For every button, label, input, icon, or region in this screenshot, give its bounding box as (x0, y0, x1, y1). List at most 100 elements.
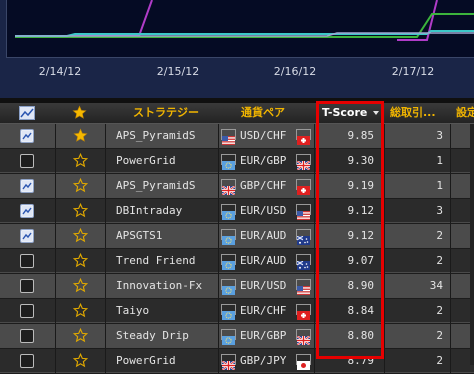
column-header-settings[interactable]: 設定 (456, 103, 474, 123)
strategy-name[interactable]: PowerGrid (116, 149, 176, 173)
flag-uk-icon (296, 154, 311, 171)
chart-toggle-checkbox[interactable] (20, 329, 34, 343)
currency-pair: GBP/CHF (240, 179, 287, 192)
table-row[interactable]: PowerGrid GBP/JPY 8.79 2 (0, 349, 474, 373)
flag-uk-icon (221, 179, 236, 196)
star-outline-icon[interactable] (72, 227, 89, 247)
chart-toggle-checkbox[interactable] (20, 154, 34, 168)
strategy-name[interactable]: APSGTS1 (116, 224, 162, 248)
chart-toggle-checkbox[interactable] (20, 229, 34, 243)
chart-toggle-checkbox[interactable] (20, 254, 34, 268)
trade-count: 1 (436, 179, 443, 192)
tscore-value: 9.30 (347, 154, 375, 167)
tscore-value: 9.12 (347, 204, 375, 217)
trade-count: 2 (436, 229, 443, 242)
trade-count: 1 (436, 154, 443, 167)
chart-toggle-checkbox[interactable] (20, 204, 34, 218)
chart-toggle-checkbox[interactable] (20, 179, 34, 193)
star-filled-icon[interactable] (73, 128, 88, 147)
star-outline-icon[interactable] (72, 177, 89, 197)
trade-count: 2 (436, 354, 443, 367)
table-row[interactable]: Steady Drip EUR/GBP 8.80 2 (0, 324, 474, 348)
column-header-strategy[interactable]: ストラテジー (133, 103, 199, 123)
flag-uk-icon (296, 329, 311, 346)
table-row[interactable]: DBIntraday EUR/USD 9.12 3 (0, 199, 474, 223)
currency-pair: EUR/USD (240, 279, 287, 292)
flag-ch-icon (296, 304, 311, 320)
chart-toggle-checkbox[interactable] (20, 304, 34, 318)
vertical-scrollbar[interactable] (470, 124, 474, 365)
currency-pair: EUR/USD (240, 204, 287, 217)
flag-eu-icon (221, 229, 236, 245)
trade-count: 34 (429, 279, 443, 292)
flag-us-icon (296, 279, 311, 295)
currency-pair: GBP/JPY (240, 354, 287, 367)
flag-us-icon (221, 129, 236, 145)
star-outline-icon[interactable] (72, 327, 89, 347)
x-axis-label: 2/15/12 (156, 65, 200, 78)
strategy-name[interactable]: Innovation-Fx (116, 274, 202, 298)
table-row[interactable]: APS_PyramidS USD/CHF 9.85 3 (0, 124, 474, 148)
star-outline-icon[interactable] (72, 352, 89, 372)
currency-pair: USD/CHF (240, 129, 287, 142)
flag-au-icon (296, 229, 311, 245)
sort-desc-icon (373, 111, 380, 115)
chart-plot-area (6, 0, 474, 58)
flag-ch-icon (296, 129, 311, 145)
chart-toggle-checkbox[interactable] (20, 354, 34, 368)
flag-eu-icon (221, 254, 236, 270)
strategy-name[interactable]: APS_PyramidS (116, 174, 195, 198)
table-row[interactable]: PowerGrid EUR/GBP 9.30 1 (0, 149, 474, 173)
strategy-name[interactable]: Trend Friend (116, 249, 195, 273)
performance-chart: 2/14/12 2/15/12 2/16/12 2/17/12 (0, 0, 474, 98)
trade-count: 2 (436, 254, 443, 267)
table-row[interactable]: APSGTS1 EUR/AUD 9.12 2 (0, 224, 474, 248)
chart-toggle-checkbox[interactable] (20, 129, 34, 143)
star-outline-icon[interactable] (72, 302, 89, 322)
x-axis-label: 2/17/12 (391, 65, 435, 78)
tscore-value: 8.79 (347, 354, 375, 367)
tscore-value: 9.07 (347, 254, 375, 267)
column-header-currency-pair[interactable]: 通貨ペア (241, 103, 285, 123)
flag-eu-icon (221, 204, 236, 220)
flag-jp-icon (296, 354, 311, 370)
table-row[interactable]: Trend Friend EUR/AUD 9.07 2 (0, 249, 474, 273)
flag-eu-icon (221, 304, 236, 320)
chart-column-icon[interactable] (19, 106, 35, 126)
flag-uk-icon (221, 354, 236, 371)
trade-count: 3 (436, 129, 443, 142)
tscore-value: 9.85 (347, 129, 375, 142)
strategy-name[interactable]: Steady Drip (116, 324, 189, 348)
trade-count: 2 (436, 329, 443, 342)
currency-pair: EUR/GBP (240, 154, 287, 167)
strategy-name[interactable]: Taiyo (116, 299, 149, 323)
column-header-trades[interactable]: 総取引... (390, 103, 436, 123)
favorite-column-star-icon[interactable] (72, 105, 87, 125)
star-outline-icon[interactable] (72, 252, 89, 272)
flag-ch-icon (296, 179, 311, 195)
trade-count: 2 (436, 304, 443, 317)
star-outline-icon[interactable] (72, 202, 89, 222)
series-line-purple (15, 0, 153, 37)
flag-eu-icon (221, 154, 236, 170)
tscore-value: 8.80 (347, 329, 375, 342)
flag-us-icon (296, 204, 311, 220)
strategy-name[interactable]: APS_PyramidS (116, 124, 195, 148)
x-axis-label: 2/16/12 (273, 65, 317, 78)
star-outline-icon[interactable] (72, 277, 89, 297)
flag-eu-icon (221, 279, 236, 295)
tscore-value: 8.84 (347, 304, 375, 317)
strategy-name[interactable]: PowerGrid (116, 349, 176, 373)
star-outline-icon[interactable] (72, 152, 89, 172)
tscore-header-label: T-Score (322, 106, 368, 119)
strategy-name[interactable]: DBIntraday (116, 199, 182, 223)
table-row[interactable]: APS_PyramidS GBP/CHF 9.19 1 (0, 174, 474, 198)
column-header-tscore[interactable]: T-Score (322, 103, 380, 123)
tscore-value: 9.12 (347, 229, 375, 242)
chart-toggle-checkbox[interactable] (20, 279, 34, 293)
table-row[interactable]: Innovation-Fx EUR/USD 8.90 34 (0, 274, 474, 298)
tscore-value: 9.19 (347, 179, 375, 192)
trade-count: 3 (436, 204, 443, 217)
table-row[interactable]: Taiyo EUR/CHF 8.84 2 (0, 299, 474, 323)
table-header: ストラテジー 通貨ペア T-Score 総取引... 設定 (0, 103, 474, 124)
